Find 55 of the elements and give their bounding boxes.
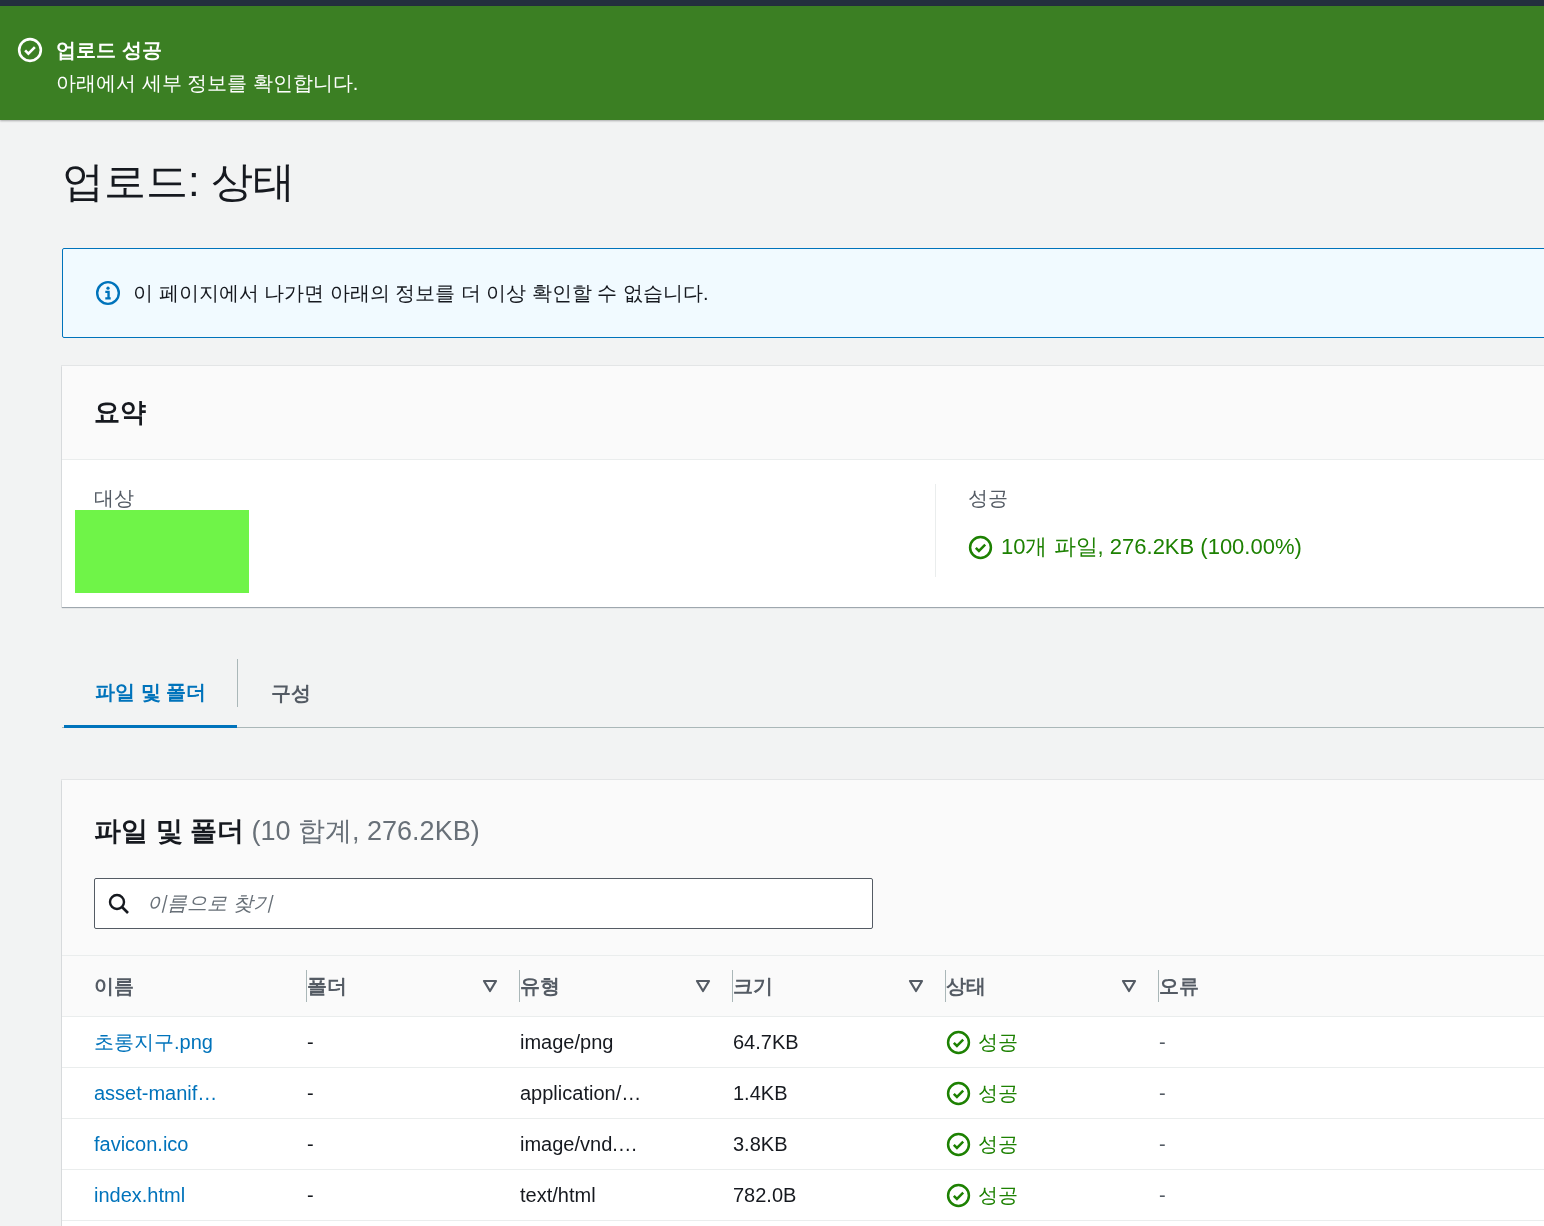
table-cell: text/html xyxy=(520,1183,596,1207)
filter-icon[interactable] xyxy=(695,979,711,993)
search-field[interactable]: 이름으로 찾기 xyxy=(94,878,873,929)
filter-icon[interactable] xyxy=(908,979,924,993)
banner-title: 업로드 성공 xyxy=(56,38,163,63)
table-cell: - xyxy=(1159,1030,1166,1054)
column-header[interactable]: 이름 xyxy=(94,972,134,1000)
search-icon xyxy=(107,892,131,916)
check-circle-icon xyxy=(946,1029,971,1055)
table-cell: 1.4KB xyxy=(733,1081,788,1105)
status-text: 성공 xyxy=(978,1080,1018,1106)
file-link[interactable]: 초롱지구.png xyxy=(94,1028,213,1056)
filter-icon[interactable] xyxy=(1121,979,1137,993)
table-cell: - xyxy=(1159,1183,1166,1207)
check-circle-icon xyxy=(17,37,43,63)
check-circle-icon xyxy=(946,1080,971,1106)
check-circle-icon xyxy=(946,1182,971,1208)
table-cell: - xyxy=(1159,1132,1166,1156)
table-cell: - xyxy=(1159,1081,1166,1105)
destination-label: 대상 xyxy=(94,486,135,511)
info-icon xyxy=(95,280,121,306)
table-cell: 64.7KB xyxy=(733,1030,799,1054)
page-title: 업로드: 상태 xyxy=(62,157,297,207)
table-cell: 782.0B xyxy=(733,1183,797,1207)
column-header[interactable]: 폴더 xyxy=(307,972,347,1000)
files-count: (10 합계, 276.2KB) xyxy=(251,816,480,846)
column-header[interactable]: 유형 xyxy=(520,972,560,1000)
banner-message: 아래에서 세부 정보를 확인합니다. xyxy=(56,71,359,96)
column-header[interactable]: 상태 xyxy=(946,972,986,1000)
table-cell: application/… xyxy=(520,1081,642,1105)
table-cell: - xyxy=(307,1132,314,1156)
table-cell: 3.8KB xyxy=(733,1132,788,1156)
table-cell: - xyxy=(307,1183,314,1207)
tab[interactable]: 파일 및 폴더 xyxy=(64,659,238,728)
file-link[interactable]: asset-manif… xyxy=(94,1081,218,1105)
check-circle-icon xyxy=(946,1131,971,1157)
table-cell: - xyxy=(307,1081,314,1105)
column-header[interactable]: 크기 xyxy=(733,972,773,1000)
file-link[interactable]: index.html xyxy=(94,1183,186,1207)
success-label: 성공 xyxy=(968,486,1009,511)
filter-icon[interactable] xyxy=(482,979,498,993)
status-text: 성공 xyxy=(978,1029,1018,1055)
info-text: 이 페이지에서 나가면 아래의 정보를 더 이상 확인할 수 없습니다. xyxy=(133,280,709,306)
status-text: 성공 xyxy=(978,1131,1018,1157)
table-cell: - xyxy=(307,1030,314,1054)
tab[interactable]: 구성 xyxy=(240,659,343,727)
files-title: 파일 및 폴더 xyxy=(94,816,244,846)
summary-title: 요약 xyxy=(94,396,146,429)
table-cell: image/vnd.… xyxy=(520,1132,638,1156)
check-circle-icon xyxy=(968,534,993,560)
table-cell: image/png xyxy=(520,1030,614,1054)
column-header[interactable]: 오류 xyxy=(1159,972,1199,1000)
success-value: 10개 파일, 276.2KB (100.00%) xyxy=(1001,533,1302,561)
status-text: 성공 xyxy=(978,1182,1018,1208)
file-link[interactable]: favicon.ico xyxy=(94,1132,189,1156)
